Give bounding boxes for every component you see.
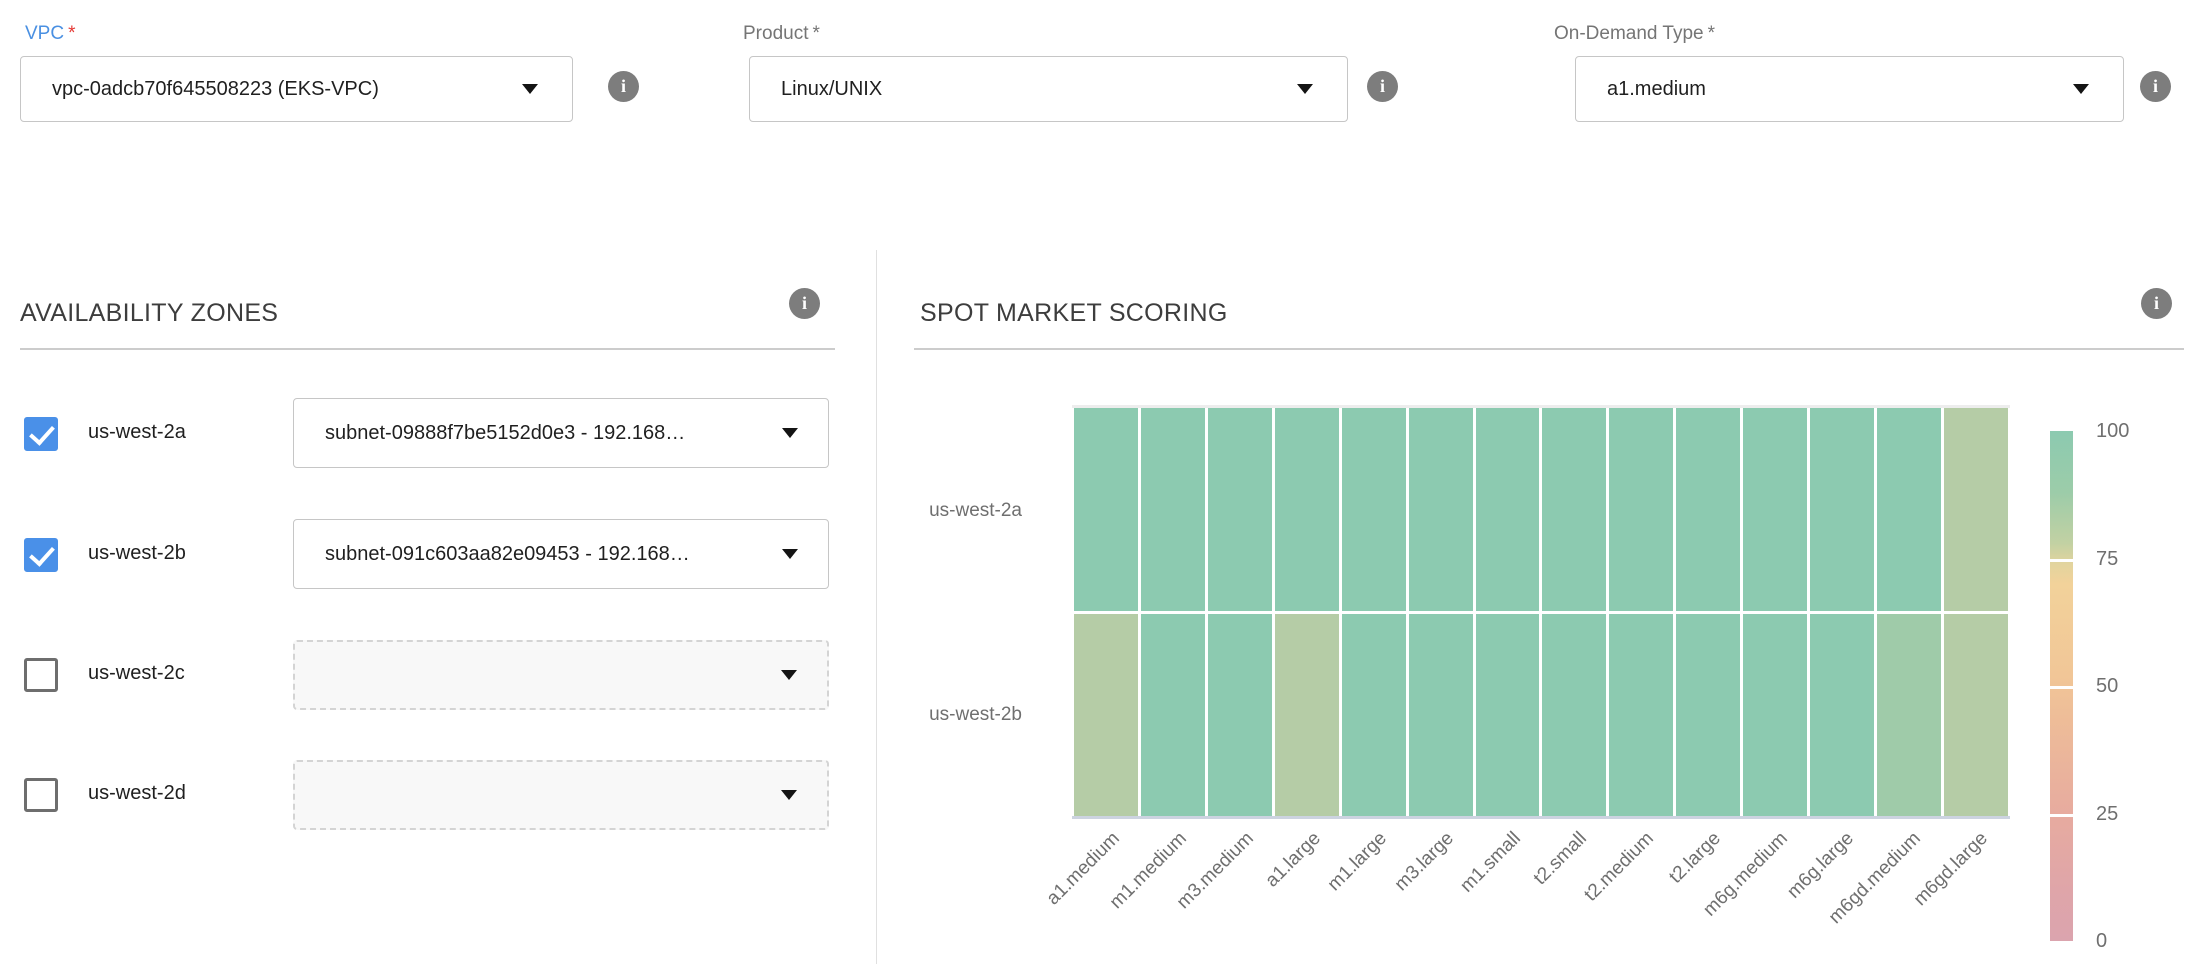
heatmap-grid xyxy=(1074,408,2008,816)
product-info-icon[interactable]: i xyxy=(1367,71,1398,102)
heatmap-cell-us-west-2a-m1.large xyxy=(1342,408,1406,611)
colorbar-label-0: 0 xyxy=(2096,930,2107,953)
availability-zones-title: AVAILABILITY ZONES xyxy=(20,299,278,328)
heatmap-cell-us-west-2a-m6g.medium xyxy=(1743,408,1807,611)
heatmap-cell-us-west-2a-m3.large xyxy=(1409,408,1473,611)
dropdown-arrow-icon xyxy=(2073,84,2089,94)
section-divider xyxy=(876,250,877,964)
subnet-select-value: subnet-091c603aa82e09453 - 192.168… xyxy=(325,543,690,566)
subnet-select-us-west-2c[interactable] xyxy=(293,640,829,710)
spot-market-scoring-rule xyxy=(914,348,2184,350)
zone-label-us-west-2d: us-west-2d xyxy=(88,782,186,805)
x-axis-label-a1.medium: a1.medium xyxy=(968,828,1125,964)
dropdown-arrow-icon xyxy=(1297,84,1313,94)
heatmap-cell-us-west-2b-m6gd.medium xyxy=(1877,614,1941,817)
spot-market-scoring-title: SPOT MARKET SCORING xyxy=(920,299,1228,328)
required-asterisk: * xyxy=(1708,23,1715,44)
heatmap-cell-us-west-2a-a1.medium xyxy=(1074,408,1138,611)
vpc-select[interactable]: vpc-0adcb70f645508223 (EKS-VPC) xyxy=(20,56,573,122)
on-demand-type-info-icon[interactable]: i xyxy=(2140,71,2171,102)
subnet-select-us-west-2d[interactable] xyxy=(293,760,829,830)
subnet-select-us-west-2b[interactable]: subnet-091c603aa82e09453 - 192.168… xyxy=(293,519,829,589)
heatmap-cell-us-west-2a-m1.small xyxy=(1476,408,1540,611)
heatmap-cell-us-west-2b-a1.medium xyxy=(1074,614,1138,817)
heatmap-cell-us-west-2b-m6gd.large xyxy=(1944,614,2008,817)
heatmap-cell-us-west-2a-m6gd.large xyxy=(1944,408,2008,611)
checkbox-us-west-2b[interactable] xyxy=(24,538,58,572)
product-select-value: Linux/UNIX xyxy=(781,78,882,101)
heatmap-cell-us-west-2a-m3.medium xyxy=(1208,408,1272,611)
vpc-label: VPC* xyxy=(25,23,75,45)
dropdown-arrow-icon xyxy=(781,790,797,800)
zone-label-us-west-2c: us-west-2c xyxy=(88,662,185,685)
product-label: Product* xyxy=(743,23,820,45)
vpc-select-value: vpc-0adcb70f645508223 (EKS-VPC) xyxy=(52,78,379,101)
on-demand-type-label: On-Demand Type* xyxy=(1554,23,1715,45)
dropdown-arrow-icon xyxy=(782,428,798,438)
heatmap-cell-us-west-2a-a1.large xyxy=(1275,408,1339,611)
heatmap-cell-us-west-2b-t2.small xyxy=(1542,614,1606,817)
dropdown-arrow-icon xyxy=(782,549,798,559)
checkbox-us-west-2a[interactable] xyxy=(24,417,58,451)
on-demand-type-select[interactable]: a1.medium xyxy=(1575,56,2124,122)
dropdown-arrow-icon xyxy=(781,670,797,680)
heatmap-cell-us-west-2a-t2.small xyxy=(1542,408,1606,611)
colorbar-label-100: 100 xyxy=(2096,420,2129,443)
vpc-info-icon[interactable]: i xyxy=(608,71,639,102)
heatmap-cell-us-west-2a-t2.medium xyxy=(1609,408,1673,611)
dropdown-arrow-icon xyxy=(522,84,538,94)
availability-zones-rule xyxy=(20,348,835,350)
heatmap-cell-us-west-2b-m1.small xyxy=(1476,614,1540,817)
zone-label-us-west-2b: us-west-2b xyxy=(88,542,186,565)
heatmap-cell-us-west-2b-t2.large xyxy=(1676,614,1740,817)
heatmap-cell-us-west-2b-m1.medium xyxy=(1141,614,1205,817)
colorbar-label-25: 25 xyxy=(2096,803,2118,826)
heatmap-row-label-us-west-2a: us-west-2a xyxy=(892,500,1022,522)
heatmap-cell-us-west-2b-t2.medium xyxy=(1609,614,1673,817)
on-demand-type-select-value: a1.medium xyxy=(1607,78,1706,101)
colorbar-tick-mark xyxy=(2050,559,2073,562)
spot-market-scoring-info-icon[interactable]: i xyxy=(2141,288,2172,319)
checkbox-us-west-2d[interactable] xyxy=(24,778,58,812)
colorbar-label-75: 75 xyxy=(2096,548,2118,571)
colorbar-label-50: 50 xyxy=(2096,675,2118,698)
checkbox-us-west-2c[interactable] xyxy=(24,658,58,692)
subnet-select-value: subnet-09888f7be5152d0e3 - 192.168… xyxy=(325,422,685,445)
heatmap-axis-line xyxy=(1072,816,2010,819)
heatmap-cell-us-west-2b-m3.medium xyxy=(1208,614,1272,817)
product-select[interactable]: Linux/UNIX xyxy=(749,56,1348,122)
heatmap-cell-us-west-2a-m1.medium xyxy=(1141,408,1205,611)
heatmap-cell-us-west-2a-t2.large xyxy=(1676,408,1740,611)
heatmap-cell-us-west-2a-m6g.large xyxy=(1810,408,1874,611)
heatmap-cell-us-west-2b-m6g.large xyxy=(1810,614,1874,817)
heatmap-cell-us-west-2a-m6gd.medium xyxy=(1877,408,1941,611)
subnet-select-us-west-2a[interactable]: subnet-09888f7be5152d0e3 - 192.168… xyxy=(293,398,829,468)
colorbar-tick-mark xyxy=(2050,814,2073,817)
availability-zones-info-icon[interactable]: i xyxy=(789,288,820,319)
heatmap-cell-us-west-2b-m3.large xyxy=(1409,614,1473,817)
zone-label-us-west-2a: us-west-2a xyxy=(88,421,186,444)
heatmap-cell-us-west-2b-a1.large xyxy=(1275,614,1339,817)
heatmap-cell-us-west-2b-m6g.medium xyxy=(1743,614,1807,817)
heatmap-row-label-us-west-2b: us-west-2b xyxy=(892,704,1022,726)
colorbar-tick-mark xyxy=(2050,686,2073,689)
heatmap-colorbar xyxy=(2050,431,2073,941)
required-asterisk: * xyxy=(812,23,819,44)
heatmap-cell-us-west-2b-m1.large xyxy=(1342,614,1406,817)
required-asterisk: * xyxy=(68,23,75,44)
